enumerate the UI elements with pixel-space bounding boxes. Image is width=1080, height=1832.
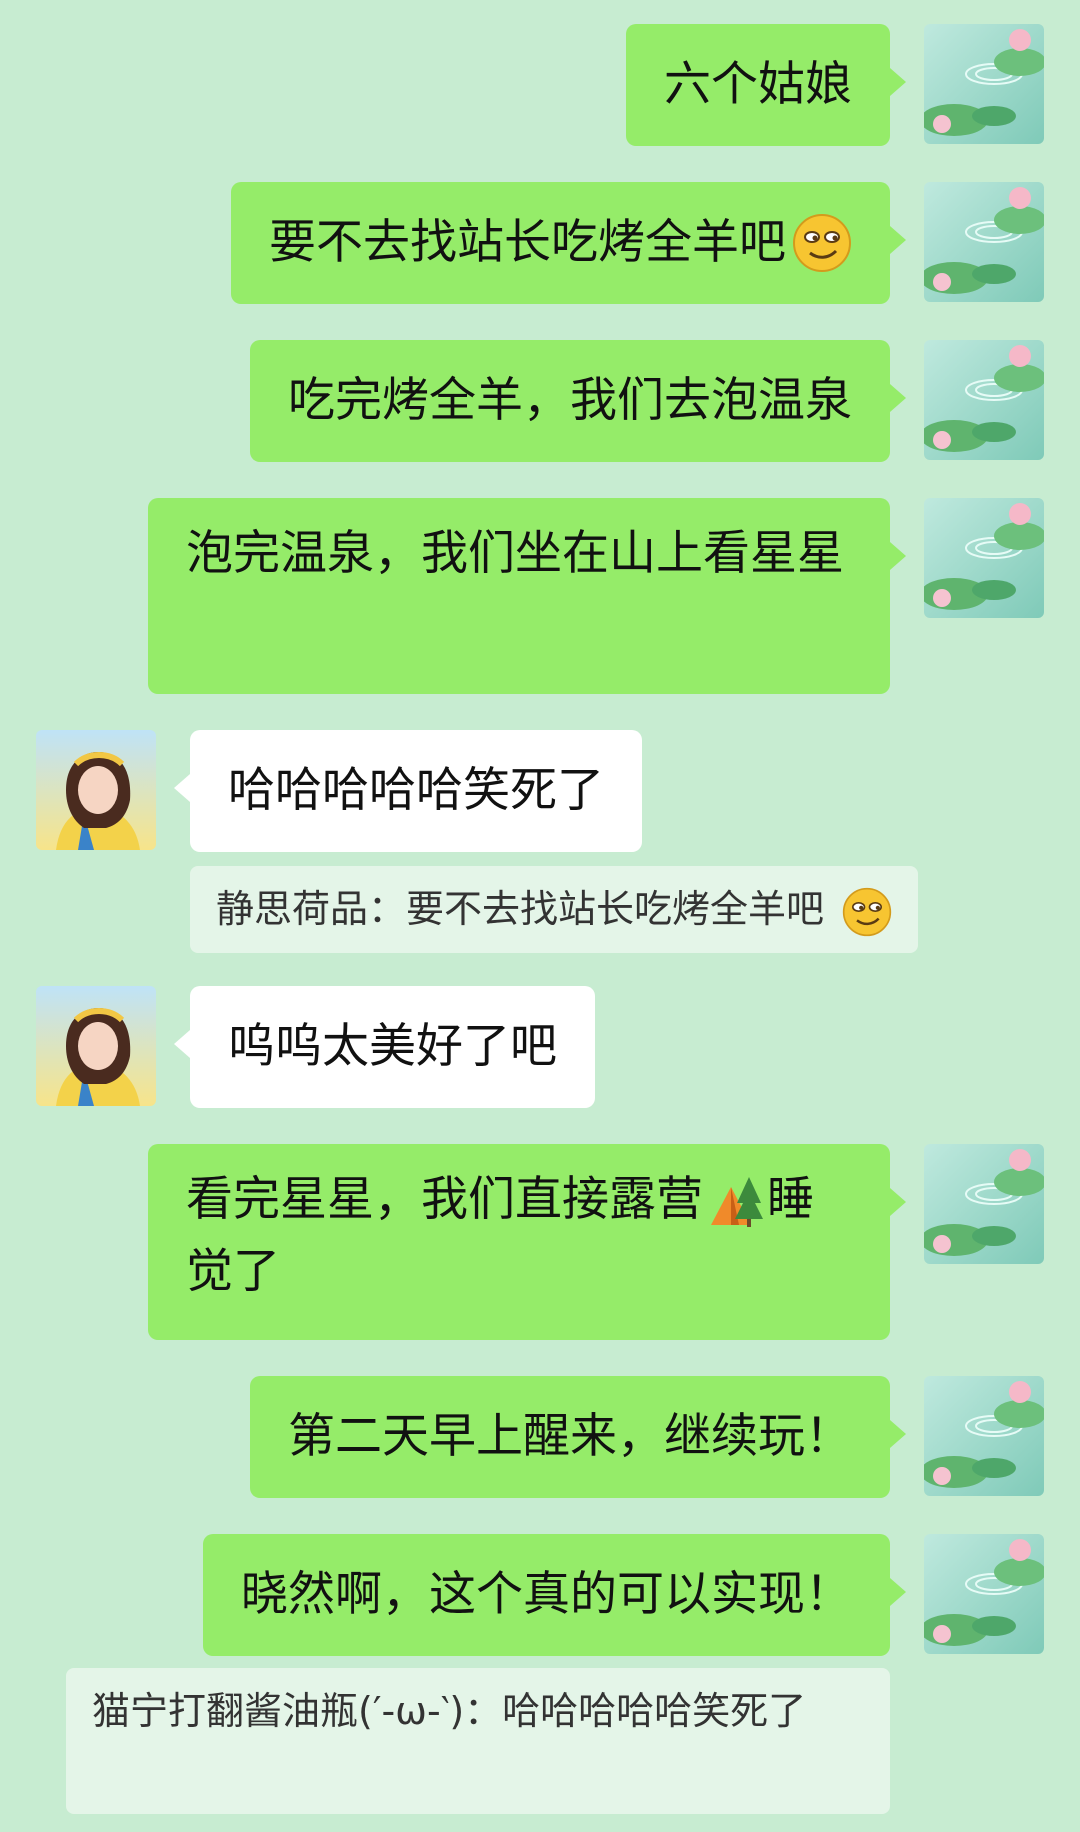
message-bubble[interactable]: 哈哈哈哈哈笑死了 [174, 730, 642, 852]
my-avatar[interactable] [924, 1376, 1044, 1496]
girl-avatar-image [36, 730, 156, 850]
my-avatar[interactable] [924, 24, 1044, 144]
quoted-message[interactable]: 猫宁打翻酱油瓶(′-ω-‵)：哈哈哈哈哈笑死了 [66, 1668, 890, 1814]
lotus-avatar-image [924, 182, 1044, 302]
my-avatar[interactable] [924, 1144, 1044, 1264]
message-bubble[interactable]: 第二天早上醒来，继续玩！ [250, 1376, 906, 1498]
girl-avatar-image [36, 986, 156, 1106]
quote-text: 猫宁打翻酱油瓶(′-ω-‵)：哈哈哈哈哈笑死了 [92, 1689, 807, 1733]
quoted-message[interactable]: 静思荷品：要不去找站长吃烤全羊吧 [190, 866, 919, 953]
friend-avatar[interactable] [36, 730, 156, 850]
my-avatar[interactable] [924, 182, 1044, 302]
message-text: 哈哈哈哈哈笑死了 [228, 763, 604, 818]
smirk-emoji-icon [792, 213, 852, 273]
message-text: 要不去找站长吃烤全羊吧 [269, 215, 786, 270]
message-text: 晓然啊，这个真的可以实现！ [241, 1567, 852, 1622]
lotus-avatar-image [924, 1376, 1044, 1496]
message-bubble[interactable]: 吃完烤全羊，我们去泡温泉 [250, 340, 906, 462]
message-bubble[interactable]: 呜呜太美好了吧 [174, 986, 595, 1108]
friend-avatar[interactable] [36, 986, 156, 1106]
my-avatar[interactable] [924, 340, 1044, 460]
quote-text: 静思荷品：要不去找站长吃烤全羊吧 [216, 887, 825, 931]
message-bubble[interactable]: 要不去找站长吃烤全羊吧 [231, 182, 906, 304]
message-text: 第二天早上醒来，继续玩！ [288, 1409, 852, 1464]
message-bubble[interactable]: 晓然啊，这个真的可以实现！ [203, 1534, 906, 1656]
message-text: 呜呜太美好了吧 [228, 1019, 557, 1074]
lotus-avatar-image [924, 498, 1044, 618]
message-text: 看完星星，我们直接露营 [186, 1172, 703, 1227]
message-text: 泡完温泉，我们坐在山上看星星 [186, 526, 844, 581]
my-avatar[interactable] [924, 1534, 1044, 1654]
message-bubble[interactable]: 六个姑娘 [626, 24, 906, 146]
lotus-avatar-image [924, 340, 1044, 460]
lotus-avatar-image [924, 24, 1044, 144]
tent-emoji-icon [705, 1173, 765, 1233]
smirk-emoji-icon [842, 887, 892, 937]
my-avatar[interactable] [924, 498, 1044, 618]
message-text: 六个姑娘 [664, 57, 852, 112]
lotus-avatar-image [924, 1534, 1044, 1654]
message-bubble[interactable]: 泡完温泉，我们坐在山上看星星 [148, 498, 906, 694]
lotus-avatar-image [924, 1144, 1044, 1264]
message-bubble[interactable]: 看完星星，我们直接露营 睡觉了 [148, 1144, 906, 1340]
message-text: 吃完烤全羊，我们去泡温泉 [288, 373, 852, 428]
